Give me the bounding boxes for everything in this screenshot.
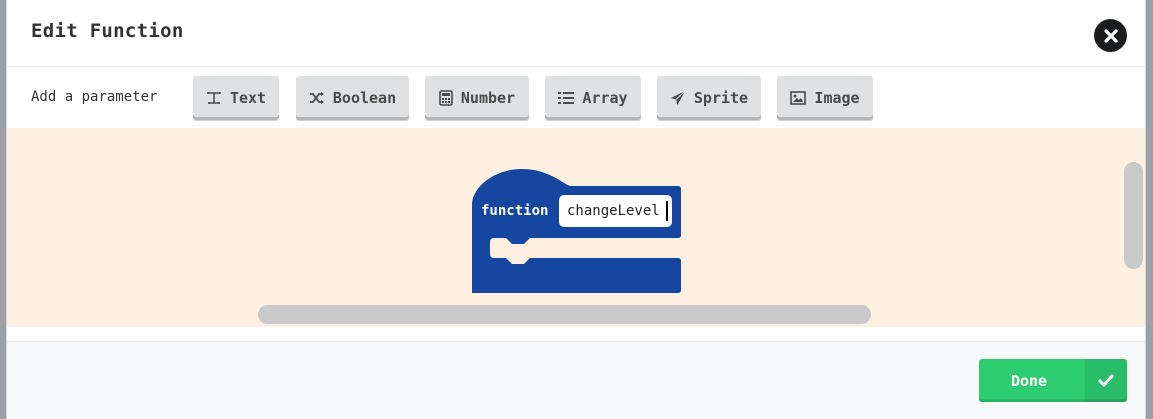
horizontal-scrollbar[interactable] bbox=[258, 305, 871, 324]
dialog-header: Edit Function bbox=[7, 0, 1145, 67]
boolean-button-label: Boolean bbox=[332, 89, 397, 107]
add-boolean-parameter-button[interactable]: Boolean bbox=[296, 76, 409, 120]
sprite-button-label: Sprite bbox=[693, 89, 749, 107]
vertical-scrollbar[interactable] bbox=[1124, 162, 1143, 269]
close-icon bbox=[1103, 28, 1118, 43]
done-button-label: Done bbox=[1010, 371, 1048, 390]
number-button-label: Number bbox=[460, 89, 516, 107]
edit-function-dialog: Edit Function Add a parameter Text Boole… bbox=[6, 0, 1146, 419]
shuffle-icon bbox=[309, 92, 324, 104]
add-sprite-parameter-button[interactable]: Sprite bbox=[657, 76, 761, 120]
add-image-parameter-button[interactable]: Image bbox=[777, 76, 873, 120]
calculator-icon bbox=[439, 90, 453, 106]
text-button-label: Text bbox=[229, 89, 267, 107]
parameter-toolbar: Add a parameter Text Boolean Number Arra… bbox=[7, 68, 1145, 128]
dialog-title: Edit Function bbox=[31, 20, 184, 42]
list-icon bbox=[558, 92, 575, 104]
add-text-parameter-button[interactable]: Text bbox=[193, 76, 279, 120]
function-keyword: function bbox=[481, 203, 549, 219]
function-block[interactable] bbox=[472, 169, 684, 294]
image-button-label: Image bbox=[814, 89, 860, 107]
block-workspace[interactable]: function changeLevel bbox=[7, 128, 1145, 327]
function-name-input[interactable]: changeLevel bbox=[559, 195, 672, 227]
close-button[interactable] bbox=[1094, 19, 1127, 52]
text-caret bbox=[666, 201, 668, 221]
check-icon bbox=[1085, 359, 1127, 402]
image-icon bbox=[790, 91, 807, 105]
add-parameter-label: Add a parameter bbox=[31, 89, 158, 105]
done-button[interactable]: Done bbox=[979, 359, 1127, 402]
add-number-parameter-button[interactable]: Number bbox=[425, 76, 529, 120]
dialog-footer: Done bbox=[7, 341, 1145, 419]
text-cursor-icon bbox=[207, 92, 221, 104]
add-array-parameter-button[interactable]: Array bbox=[545, 76, 641, 120]
array-button-label: Array bbox=[582, 89, 628, 107]
paper-plane-icon bbox=[670, 90, 686, 105]
